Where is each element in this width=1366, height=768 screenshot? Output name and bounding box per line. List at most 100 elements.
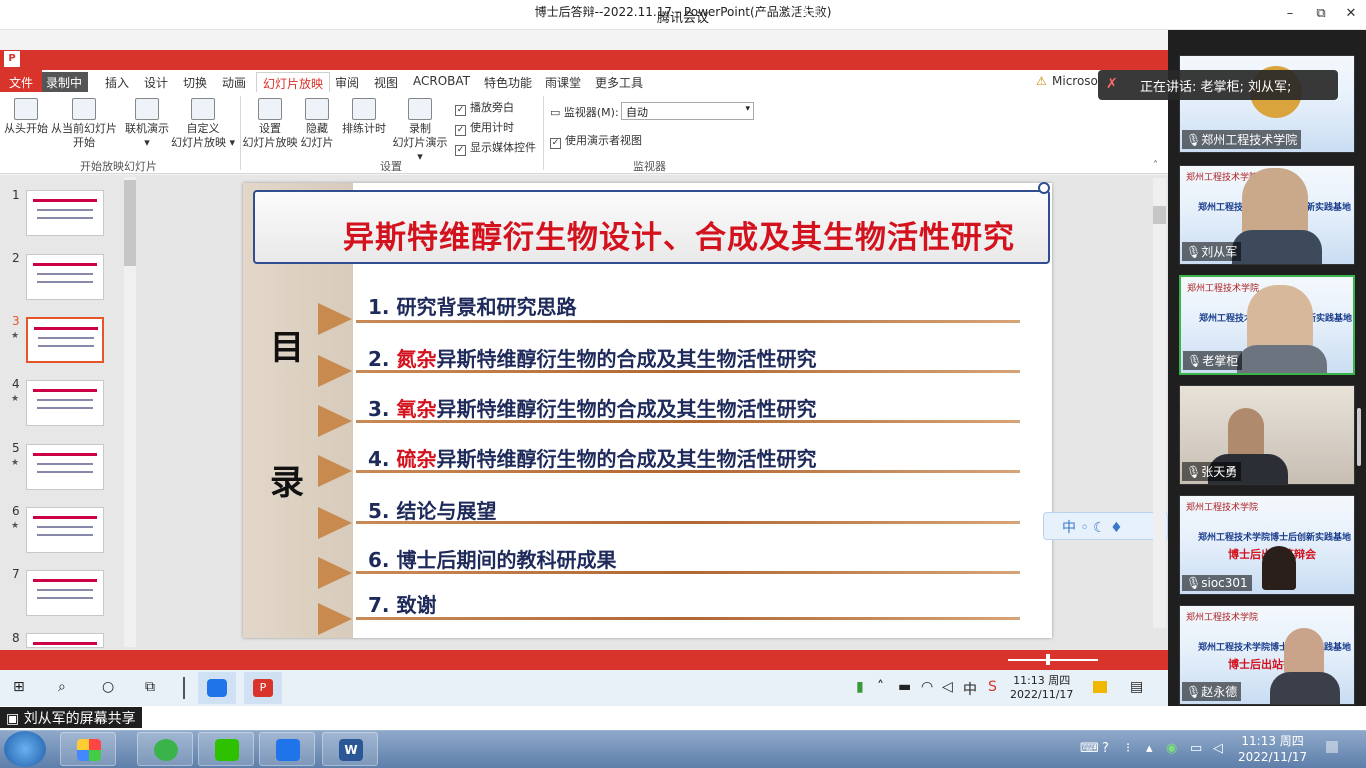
tray-chevron-icon[interactable]: ˄ xyxy=(877,679,884,695)
reading-view-icon[interactable]: ▤ xyxy=(945,3,955,16)
tab-more-tools[interactable]: 更多工具 xyxy=(595,74,643,91)
participant-name: 🎙刘从军 xyxy=(1182,242,1242,261)
device-icon[interactable]: ▬ xyxy=(898,679,911,695)
participant-tile[interactable]: 郑州工程技术学院 郑州工程技术学院博士后创新实践基地 博士后出站答辩会 🎙sio… xyxy=(1179,495,1355,595)
slide-logo: 郑州工程技术学院 xyxy=(1186,503,1259,513)
colorful-app-icon xyxy=(77,739,101,761)
search-icon[interactable]: ⌕ xyxy=(58,679,66,695)
participant-tile[interactable]: 郑州工程技术学院 郑州工程技术学院博士后创新实践基地 博士后出站答辩会 🎙赵永德 xyxy=(1179,605,1355,705)
windows-start-icon[interactable]: ⊞ xyxy=(13,679,25,695)
play-narration-checkbox[interactable]: ✓ 播放旁白 xyxy=(455,99,514,116)
help-tray-icon[interactable]: ? xyxy=(1102,741,1109,756)
slide-thumbnail-3[interactable] xyxy=(26,317,104,363)
notification-flag-icon[interactable] xyxy=(1093,681,1107,693)
record-show-button[interactable]: 录制 幻灯片演示 ▾ xyxy=(388,98,452,164)
setup-show-button[interactable]: 设置 幻灯片放映 xyxy=(241,98,299,150)
tab-transitions[interactable]: 切换 xyxy=(183,74,207,91)
warning-icon: ⚠ xyxy=(1036,74,1047,88)
custom-show-button[interactable]: 自定义 幻灯片放映 ▾ xyxy=(170,98,236,150)
taskbar-browser-button[interactable] xyxy=(137,732,193,766)
slide-sorter-icon[interactable]: ⊞ xyxy=(917,3,926,16)
online-present-button[interactable]: 联机演示 ▾ xyxy=(122,98,172,150)
help-icon[interactable]: ? xyxy=(1062,3,1068,17)
shared-taskbar-clock[interactable]: 11:13 周四 2022/11/17 xyxy=(1010,674,1073,702)
volume-icon[interactable]: ◁ xyxy=(942,679,953,695)
wifi-icon[interactable]: ◠ xyxy=(921,679,933,695)
participant-tile[interactable]: 🎙张天勇 xyxy=(1179,385,1355,485)
tab-features[interactable]: 特色功能 xyxy=(484,74,532,91)
ime-toolbar[interactable]: 中 ◦ ☾ ♦ xyxy=(1043,512,1168,540)
slide-thumbnail-7[interactable] xyxy=(26,570,104,616)
slide-thumbnail-8[interactable] xyxy=(26,633,104,648)
slide-thumbnail-1[interactable] xyxy=(26,190,104,236)
app-tray-icon[interactable]: S xyxy=(988,679,997,695)
custom-label-2: 幻灯片放映 ▾ xyxy=(170,136,236,149)
tab-slideshow[interactable]: 幻灯片放映 xyxy=(256,72,331,94)
taskbar-clock[interactable]: 11:13 周四 2022/11/17 xyxy=(1238,733,1307,765)
account-label[interactable]: Microso xyxy=(1052,74,1098,88)
zoom-out-icon[interactable]: − xyxy=(996,3,1005,16)
comments-button[interactable]: ▬ 批注 xyxy=(836,3,872,19)
fit-to-window-icon[interactable]: ⛶ xyxy=(1151,3,1159,17)
mic-tray-icon[interactable]: ⁝ xyxy=(1126,741,1130,756)
rehearse-timings-button[interactable]: 排练计时 xyxy=(340,98,388,136)
keyboard-icon[interactable]: ⌨ xyxy=(1080,741,1099,756)
participant-tile[interactable]: 郑州工程技术学院 郑州工程技术学院博士后创新实践基地 🎙刘从军 xyxy=(1179,165,1355,265)
network-app-icon[interactable]: ◉ xyxy=(1166,741,1177,756)
zoom-level[interactable]: 93% xyxy=(1118,3,1142,16)
zoom-in-icon[interactable]: + xyxy=(1100,3,1109,16)
editor-scroll-thumb[interactable] xyxy=(1153,206,1166,224)
screen-share-label[interactable]: ▣ 刘从军的屏幕共享 xyxy=(0,707,142,728)
tab-insert[interactable]: 插入 xyxy=(105,74,129,91)
tab-acrobat[interactable]: ACROBAT xyxy=(413,74,470,88)
taskbar-word-button[interactable]: W xyxy=(322,732,378,766)
tab-design[interactable]: 设计 xyxy=(144,74,168,91)
cortana-icon[interactable]: ○ xyxy=(102,679,114,695)
slide-thumbnail-5[interactable] xyxy=(26,444,104,490)
from-current-button[interactable]: 从当前幻灯片 开始 xyxy=(50,98,118,150)
show-desktop-button[interactable] xyxy=(1326,741,1338,753)
participant-tile[interactable]: 郑州工程技术学院 郑州工程技术学院博士后创新实践基地 🎙老掌柜 xyxy=(1179,275,1355,375)
monitor-select[interactable]: 自动 ▾ xyxy=(621,102,754,120)
tab-review[interactable]: 审阅 xyxy=(335,74,359,91)
ribbon-display-icon[interactable]: ⊡ xyxy=(1085,3,1094,16)
hide-slide-button[interactable]: 隐藏 幻灯片 xyxy=(299,98,335,150)
from-start-button[interactable]: 从头开始 xyxy=(2,98,50,136)
participant-name-text: 张天勇 xyxy=(1201,465,1238,479)
tab-animations[interactable]: 动画 xyxy=(222,74,246,91)
use-timings-checkbox[interactable]: ✓ 使用计时 xyxy=(455,119,514,136)
thumbnail-scroll-thumb[interactable] xyxy=(124,180,136,266)
normal-view-icon[interactable]: ▣ xyxy=(890,3,900,16)
participant-scrollbar[interactable] xyxy=(1357,408,1361,466)
slide-thumbnail-2[interactable] xyxy=(26,254,104,300)
slide-thumbnail-6[interactable] xyxy=(26,507,104,553)
language-indicator[interactable]: 中文(中国) xyxy=(163,3,216,19)
zoom-slider[interactable] xyxy=(1008,659,1098,661)
tencent-meeting-taskbar-button[interactable] xyxy=(198,672,236,704)
editor-scrollbar[interactable] xyxy=(1153,178,1166,628)
task-view-icon[interactable]: ⧉ xyxy=(145,679,155,695)
notes-button[interactable]: ≜ 备注 xyxy=(786,3,821,19)
presenter-view-checkbox[interactable]: ✓ 使用演示者视图 xyxy=(550,132,642,149)
windows-start-button[interactable] xyxy=(4,731,46,767)
collapse-ribbon-icon[interactable]: ˄ xyxy=(1153,160,1158,171)
powerpoint-taskbar-button[interactable]: P xyxy=(244,672,282,704)
spellcheck-icon[interactable]: ✎ xyxy=(140,3,149,16)
show-media-checkbox[interactable]: ✓ 显示媒体控件 xyxy=(455,139,536,156)
zoom-slider-thumb[interactable] xyxy=(1046,654,1050,665)
arrow-marker-icon xyxy=(318,303,352,335)
slide-thumbnail-4[interactable] xyxy=(26,380,104,426)
network-icon[interactable]: ▭ xyxy=(1190,741,1202,756)
volume-icon[interactable]: ◁ xyxy=(1213,741,1223,756)
taskbar-wechat-button[interactable] xyxy=(198,732,254,766)
taskbar-tencent-meeting-button[interactable] xyxy=(259,732,315,766)
tab-rain-classroom[interactable]: 雨课堂 xyxy=(545,74,581,91)
ime-icon[interactable]: 中 xyxy=(963,679,977,699)
tab-file[interactable]: 文件 xyxy=(0,70,42,92)
tab-view[interactable]: 视图 xyxy=(374,74,398,91)
taskbar-app-button[interactable] xyxy=(60,732,116,766)
slideshow-view-icon[interactable]: ▭ xyxy=(972,3,982,16)
action-center-icon[interactable]: ▤ xyxy=(1130,679,1143,695)
battery-icon[interactable]: ▮ xyxy=(856,679,864,695)
tray-chevron-icon[interactable]: ▴ xyxy=(1146,741,1153,756)
